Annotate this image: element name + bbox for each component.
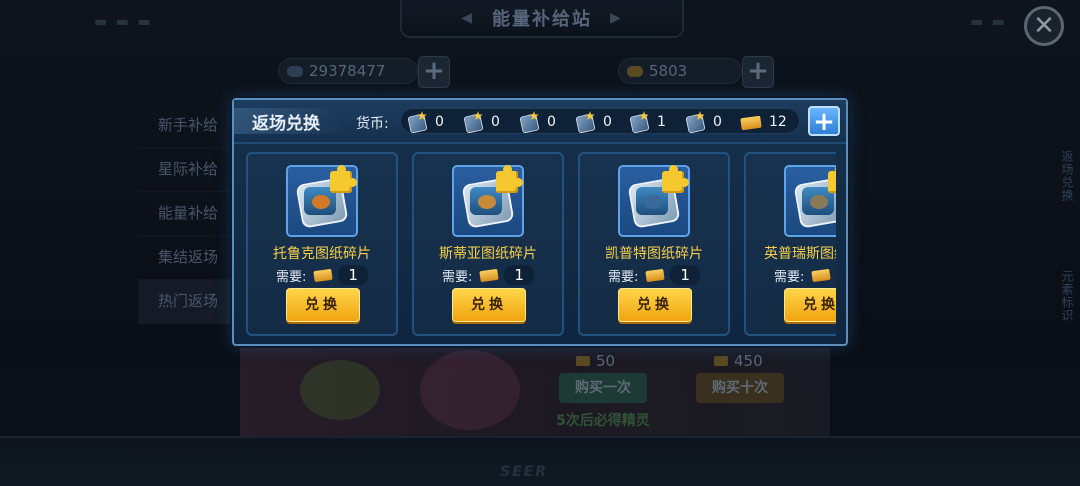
ticket-icon <box>576 356 590 366</box>
add-currency-button[interactable]: + <box>808 106 840 136</box>
exchange-card: 英普瑞斯图纸碎片 需要: 1 兑换 <box>744 152 836 336</box>
price-ten: 450 <box>714 352 763 370</box>
card-fragment-icon <box>685 111 706 134</box>
close-icon: ✕ <box>1033 11 1055 41</box>
exchange-items-list[interactable]: 托鲁克图纸碎片 需要: 1 兑换 斯蒂亚图纸碎片 需要: 1 兑换 凯普特图纸碎… <box>244 152 836 338</box>
side-item-rally[interactable]: 集结返场 <box>138 236 238 280</box>
ticket-icon <box>479 268 500 282</box>
puzzle-fragment-icon <box>452 165 524 237</box>
puzzle-fragment-icon <box>618 165 690 237</box>
card-fragment-icon <box>407 111 428 134</box>
add-ticket-button[interactable]: + <box>742 56 774 88</box>
bottom-bar: SEER <box>0 436 1080 486</box>
tab-return-exchange[interactable]: 返场兑换 <box>1054 150 1076 202</box>
currency-label: 货币: <box>356 116 389 132</box>
close-button[interactable]: ✕ <box>1024 6 1064 46</box>
requirement: 需要: 1 <box>774 265 836 285</box>
currency-item: 0 <box>575 111 612 134</box>
requirement: 需要: 1 <box>442 265 534 285</box>
buy-once-button[interactable]: 购买一次 <box>559 373 647 403</box>
side-item-newbie[interactable]: 新手补给 <box>138 104 238 148</box>
side-item-stellar[interactable]: 星际补给 <box>138 148 238 192</box>
ticket-balance: 5803 <box>618 58 742 84</box>
decor-dashes: ▬ ▬ ▬ <box>94 14 153 30</box>
coin-balance: 29378477 <box>278 58 418 84</box>
seer-logo: SEER <box>500 464 548 480</box>
item-name: 斯蒂亚图纸碎片 <box>439 246 537 262</box>
station-title-bar: ◀ 能量补给站 ▶ <box>400 0 684 38</box>
side-item-hot[interactable]: 热门返场 <box>138 280 238 324</box>
item-name: 凯普特图纸碎片 <box>605 246 703 262</box>
tab-element-mark[interactable]: 元素标识 <box>1054 270 1076 322</box>
price-single: 50 <box>576 352 615 370</box>
item-name: 托鲁克图纸碎片 <box>273 246 371 262</box>
currency-item: 12 <box>740 111 787 133</box>
dialog-header: 返场兑换 货币: 0 0 0 0 1 0 12 + <box>234 100 846 144</box>
exchange-button[interactable]: 兑换 <box>452 288 526 322</box>
left-arrow-icon: ◀ <box>461 10 474 26</box>
item-name: 英普瑞斯图纸碎片 <box>764 246 836 262</box>
ticket-icon <box>811 268 832 282</box>
puzzle-fragment-icon <box>286 165 358 237</box>
card-fragment-icon <box>575 111 596 134</box>
card-fragment-icon <box>629 111 650 134</box>
currency-item: 0 <box>685 111 722 134</box>
side-item-energy[interactable]: 能量补给 <box>138 192 238 236</box>
exchange-button[interactable]: 兑换 <box>286 288 360 322</box>
ticket-icon <box>740 112 762 132</box>
puzzle-fragment-icon <box>784 165 836 237</box>
ticket-icon <box>313 268 334 282</box>
ticket-icon <box>714 356 728 366</box>
card-fragment-icon <box>463 111 484 134</box>
dialog-title: 返场兑换 <box>252 114 320 134</box>
exchange-card: 托鲁克图纸碎片 需要: 1 兑换 <box>246 152 398 336</box>
currency-item: 1 <box>629 111 666 134</box>
currency-strip: 0 0 0 0 1 0 12 <box>400 108 800 134</box>
currency-item: 0 <box>519 111 556 134</box>
side-menu: 新手补给 星际补给 能量补给 集结返场 热门返场 <box>138 104 238 324</box>
add-coin-button[interactable]: + <box>418 56 450 88</box>
exchange-card: 斯蒂亚图纸碎片 需要: 1 兑换 <box>412 152 564 336</box>
ticket-icon <box>627 66 643 77</box>
exchange-button[interactable]: 兑换 <box>784 288 836 322</box>
decor-dashes: ▬ ▬ <box>970 14 1007 30</box>
currency-item: 0 <box>463 111 500 134</box>
exchange-card: 凯普特图纸碎片 需要: 1 兑换 <box>578 152 730 336</box>
requirement: 需要: 1 <box>276 265 368 285</box>
requirement: 需要: 1 <box>608 265 700 285</box>
currency-item: 0 <box>407 111 444 134</box>
guarantee-note: 5次后必得精灵 <box>556 413 650 429</box>
exchange-dialog: 返场兑换 货币: 0 0 0 0 1 0 12 + 托鲁克图纸碎片 需要: 1 … <box>232 98 848 346</box>
coin-icon <box>287 66 303 77</box>
exchange-button[interactable]: 兑换 <box>618 288 692 322</box>
station-title: 能量补给站 <box>492 9 592 30</box>
buy-ten-button[interactable]: 购买十次 <box>696 373 784 403</box>
card-fragment-icon <box>519 111 540 134</box>
ticket-icon <box>645 268 666 282</box>
right-arrow-icon: ▶ <box>610 10 623 26</box>
